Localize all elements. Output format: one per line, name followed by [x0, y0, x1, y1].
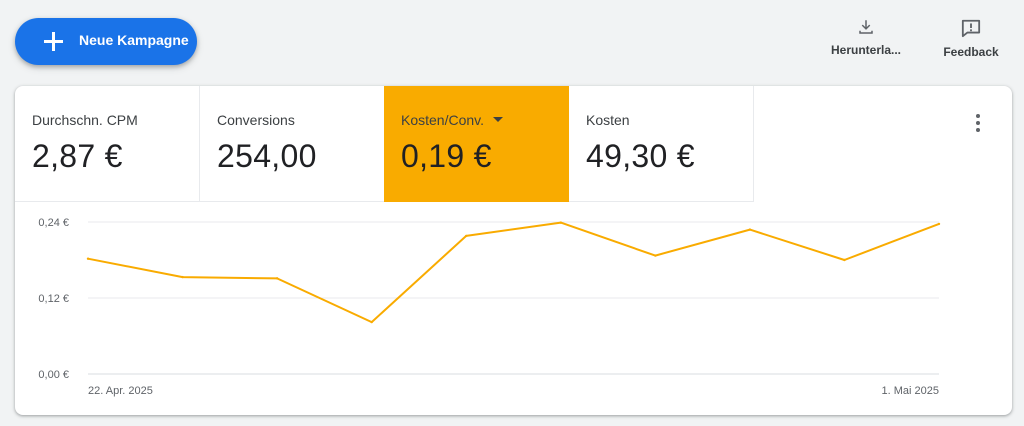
- data-point: [843, 258, 846, 262]
- data-point: [465, 234, 468, 238]
- feedback-label: Feedback: [943, 45, 999, 59]
- performance-card: Durchschn. CPM 2,87 € Conversions 254,00…: [15, 86, 1012, 415]
- download-icon: [859, 20, 873, 34]
- feedback-icon: [961, 19, 981, 38]
- feedback-button[interactable]: Feedback: [938, 18, 1004, 59]
- data-point: [275, 277, 279, 280]
- y-tick-label: 0,12 €: [38, 293, 69, 305]
- x-tick-label: 1. Mai 2025: [882, 385, 939, 397]
- data-point: [86, 257, 90, 260]
- download-label: Herunterla...: [830, 43, 902, 57]
- data-point: [937, 222, 941, 226]
- data-point: [370, 320, 373, 324]
- y-tick-label: 0,00 €: [38, 369, 69, 381]
- new-campaign-button[interactable]: Neue Kampagne: [15, 18, 197, 65]
- series-line: [87, 221, 940, 324]
- line-chart: 0,24 € 0,12 € 0,00 € 22. Apr. 2025 1. Mai 20…: [38, 217, 941, 397]
- data-point: [181, 275, 184, 279]
- data-point: [748, 228, 752, 231]
- new-campaign-label: Neue Kampagne: [79, 32, 189, 48]
- download-button[interactable]: Herunterla...: [826, 18, 906, 57]
- data-point: [654, 254, 657, 257]
- x-tick-label: 22. Apr. 2025: [88, 385, 153, 397]
- y-tick-label: 0,24 €: [38, 217, 69, 229]
- data-point: [559, 221, 562, 224]
- plus-icon: [44, 32, 63, 51]
